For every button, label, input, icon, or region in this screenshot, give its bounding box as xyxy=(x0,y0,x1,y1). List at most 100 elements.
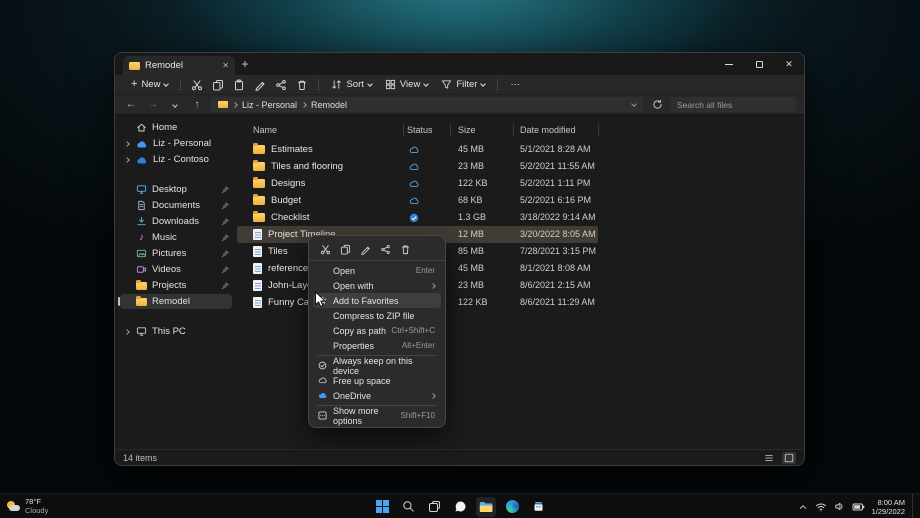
paste-button[interactable] xyxy=(229,77,249,93)
up-button[interactable]: ↑ xyxy=(189,99,205,110)
view-label: View xyxy=(399,79,421,90)
breadcrumb[interactable]: Liz - Personal Remodel xyxy=(211,97,643,112)
delete-button[interactable] xyxy=(292,77,312,93)
sidebar-item-projects[interactable]: Projects xyxy=(120,278,232,293)
chat-icon xyxy=(455,501,465,512)
more-options-button[interactable]: ··· xyxy=(504,77,526,92)
back-button[interactable]: ← xyxy=(123,99,139,110)
copy-button[interactable] xyxy=(337,241,353,257)
tab-remodel[interactable]: Remodel ✕ xyxy=(123,56,235,75)
column-header-status[interactable]: Status xyxy=(407,125,433,135)
submenu-chevron-icon xyxy=(430,392,436,399)
filter-label: Filter xyxy=(456,79,478,90)
recent-locations-button[interactable] xyxy=(167,99,183,110)
rename-button[interactable] xyxy=(250,77,270,93)
details-view-button[interactable] xyxy=(762,452,776,464)
forward-button[interactable]: → xyxy=(145,99,161,110)
cut-button[interactable] xyxy=(317,241,333,257)
column-divider[interactable] xyxy=(403,124,404,137)
sidebar-item-music[interactable]: ♪ Music xyxy=(120,230,232,245)
refresh-button[interactable] xyxy=(649,97,665,113)
new-button[interactable]: + New xyxy=(125,77,174,92)
search-icon xyxy=(402,501,414,512)
store-icon xyxy=(534,502,542,511)
column-header-name[interactable]: Name xyxy=(253,125,277,135)
wifi-icon[interactable] xyxy=(815,502,827,512)
minimize-button[interactable] xyxy=(714,53,744,75)
download-icon xyxy=(137,216,146,226)
menu-item-show-more-options[interactable]: Show more options Shift+F10 xyxy=(313,406,441,426)
column-divider[interactable] xyxy=(598,124,599,137)
sidebar-item-this-pc[interactable]: This PC xyxy=(120,324,232,339)
menu-item-add-to-favorites[interactable]: Add to Favorites xyxy=(313,293,441,308)
view-button[interactable]: View xyxy=(379,77,434,92)
hidden-icons-chevron-icon[interactable] xyxy=(798,502,808,512)
sidebar-item-videos[interactable]: Videos xyxy=(120,262,232,277)
sidebar-item-downloads[interactable]: Downloads xyxy=(120,214,232,229)
menu-item-onedrive[interactable]: OneDrive xyxy=(313,388,441,403)
pin-icon xyxy=(221,201,229,209)
menu-item-free-up-space[interactable]: Free up space xyxy=(313,373,441,388)
search-button[interactable] xyxy=(398,497,418,517)
copy-button[interactable] xyxy=(208,77,228,93)
mouse-cursor xyxy=(315,291,327,308)
sidebar-item-desktop[interactable]: Desktop xyxy=(120,182,232,197)
edge-button[interactable] xyxy=(502,497,522,517)
maximize-button[interactable] xyxy=(744,53,774,75)
breadcrumb-segment[interactable]: Remodel xyxy=(311,100,347,110)
clock-time: 8:00 AM xyxy=(877,497,905,507)
menu-item-copy-as-path[interactable]: Copy as path Ctrl+Shift+C xyxy=(313,323,441,338)
store-button[interactable] xyxy=(528,497,548,517)
filter-button[interactable]: Filter xyxy=(435,77,491,92)
large-icons-view-button[interactable] xyxy=(782,451,796,464)
sidebar-item-remodel[interactable]: Remodel xyxy=(118,294,232,309)
pin-icon xyxy=(221,233,229,241)
menu-item-open-with[interactable]: Open with xyxy=(313,278,441,293)
file-row-designs[interactable]: Designs 122 KB 5/2/2021 1:11 PM xyxy=(237,175,598,192)
menu-item-always-keep-on-device[interactable]: Always keep on this device xyxy=(313,356,441,376)
task-view-button[interactable] xyxy=(424,497,444,517)
search-input[interactable] xyxy=(677,99,790,110)
column-divider[interactable] xyxy=(450,124,451,137)
file-row-budget[interactable]: Budget 68 KB 5/2/2021 6:16 PM xyxy=(237,192,598,209)
close-button[interactable]: ✕ xyxy=(774,53,804,75)
file-row-estimates[interactable]: Estimates 45 MB 5/1/2021 8:28 AM xyxy=(237,141,598,158)
tab-close-icon[interactable]: ✕ xyxy=(222,61,229,70)
taskbar-clock[interactable]: 8:00 AM 1/29/2022 xyxy=(872,498,905,516)
column-header-date-modified[interactable]: Date modified xyxy=(520,125,576,135)
menu-item-compress-to-zip[interactable]: Compress to ZIP file xyxy=(313,308,441,323)
file-explorer-button[interactable] xyxy=(476,496,496,517)
column-divider[interactable] xyxy=(513,124,514,137)
file-row-checklist[interactable]: Checklist 1.3 GB 3/18/2022 9:14 AM xyxy=(237,209,598,226)
start-button[interactable] xyxy=(372,497,392,517)
sidebar-item-home[interactable]: Home xyxy=(120,120,232,135)
breadcrumb-segment[interactable]: Liz - Personal xyxy=(242,100,297,110)
volume-icon[interactable] xyxy=(834,501,845,512)
search-box[interactable] xyxy=(671,97,796,112)
column-header-size[interactable]: Size xyxy=(458,125,476,135)
address-dropdown-icon[interactable] xyxy=(631,100,637,107)
folder-icon xyxy=(129,61,140,70)
cut-button[interactable] xyxy=(187,77,207,93)
sidebar-item-liz-contoso[interactable]: Liz - Contoso xyxy=(120,152,232,167)
sidebar-item-liz-personal[interactable]: Liz - Personal xyxy=(120,136,232,151)
menu-item-open[interactable]: Open Enter xyxy=(313,263,441,278)
system-tray: 8:00 AM 1/29/2022 xyxy=(798,494,920,518)
show-desktop-button[interactable] xyxy=(912,494,915,518)
new-tab-button[interactable]: + xyxy=(235,53,255,75)
sidebar-item-pictures[interactable]: Pictures xyxy=(120,246,232,261)
clock-date: 1/29/2022 xyxy=(871,506,905,516)
rename-button[interactable] xyxy=(357,241,373,257)
share-button[interactable] xyxy=(271,77,291,93)
delete-button[interactable] xyxy=(397,241,413,257)
sort-button[interactable]: Sort xyxy=(325,77,377,92)
menu-item-properties[interactable]: Properties Alt+Enter xyxy=(313,338,441,353)
share-button[interactable] xyxy=(377,241,393,257)
chat-button[interactable] xyxy=(450,497,470,517)
file-row-tiles-and-flooring[interactable]: Tiles and flooring 23 MB 5/2/2021 11:55 … xyxy=(237,158,598,175)
sidebar-item-documents[interactable]: Documents xyxy=(120,198,232,213)
sort-label: Sort xyxy=(346,79,364,90)
rename-icon xyxy=(255,81,265,91)
weather-widget[interactable]: 78°F Cloudy xyxy=(6,494,48,518)
battery-icon[interactable] xyxy=(852,502,865,512)
